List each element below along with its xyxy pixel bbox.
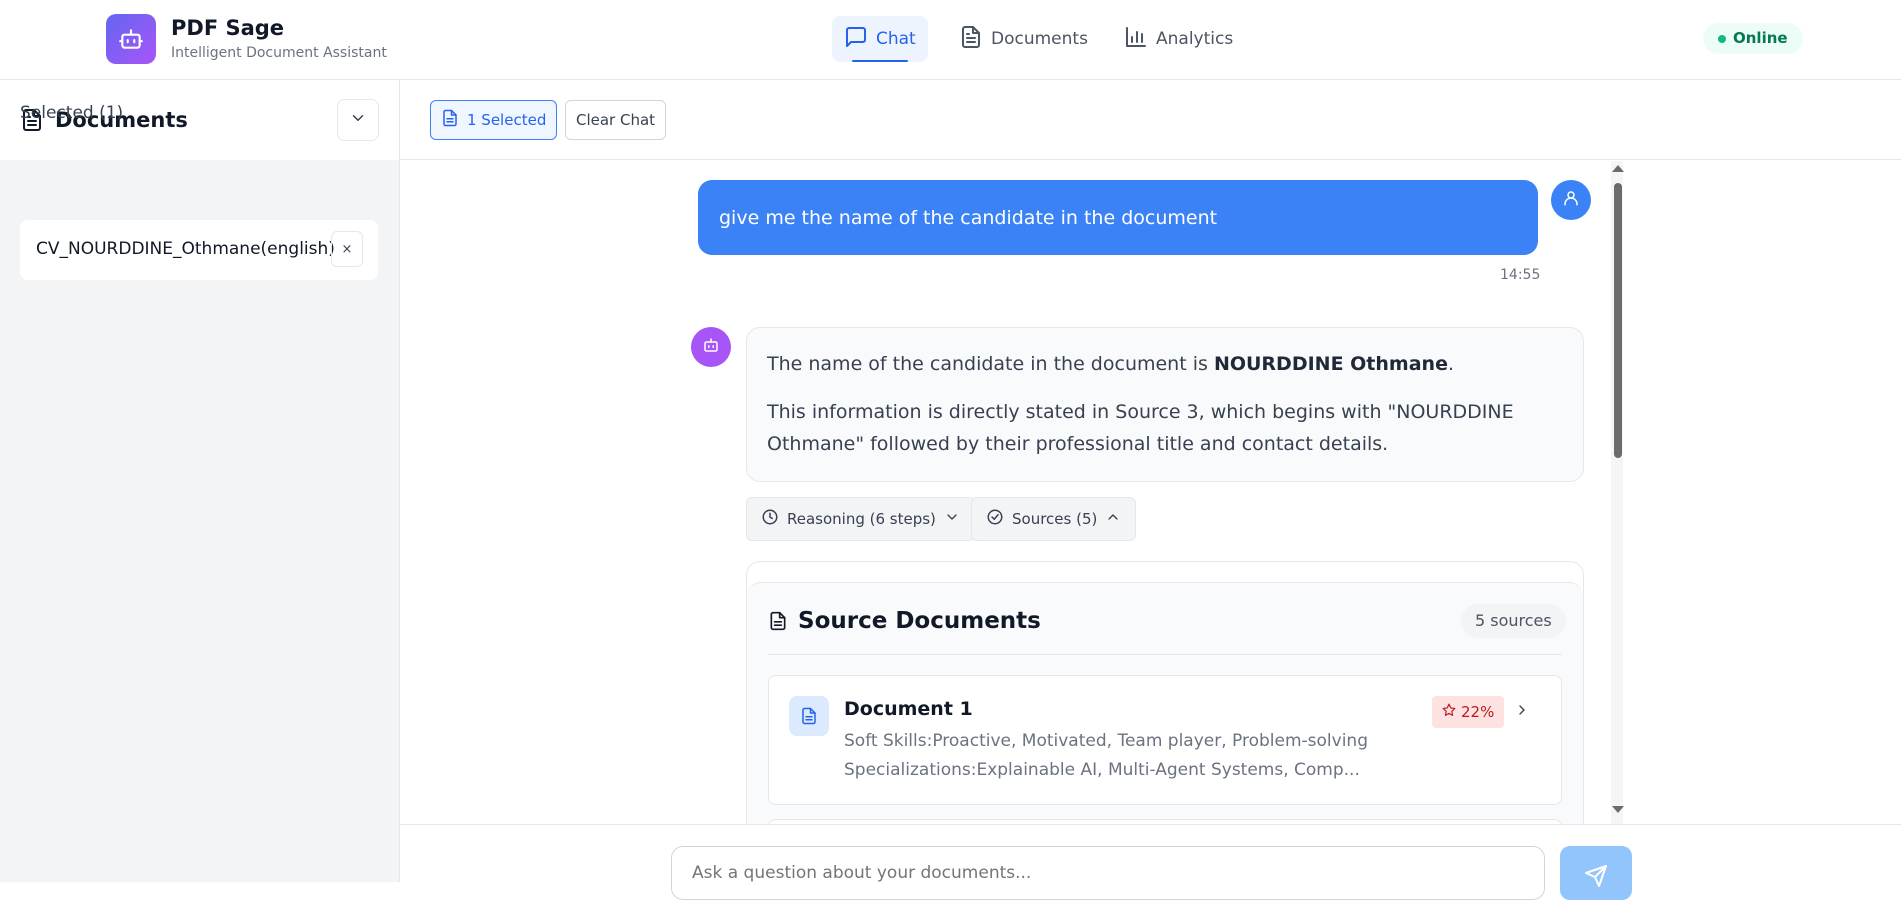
assistant-explanation: This information is directly stated in S… — [767, 401, 1514, 455]
clear-chat-button[interactable]: Clear Chat — [565, 100, 667, 140]
sources-title: Source Documents — [798, 608, 1041, 634]
tab-analytics-label: Analytics — [1156, 29, 1234, 49]
bar-chart-icon — [1124, 25, 1148, 54]
selected-count-label: Selected (1) — [20, 103, 124, 123]
document-icon — [768, 610, 788, 636]
document-icon — [441, 109, 459, 131]
scroll-down-arrow[interactable] — [1612, 806, 1624, 813]
source-doc-name: Document 1 — [844, 698, 973, 720]
document-icon — [959, 25, 983, 54]
send-icon — [1584, 864, 1608, 892]
reasoning-label: Reasoning (6 steps) — [787, 510, 936, 528]
sources-toggle[interactable]: Sources (5) — [971, 497, 1137, 541]
documents-sidebar: Documents — [0, 80, 400, 882]
chat-icon — [844, 25, 868, 54]
chevron-up-icon — [1105, 509, 1121, 529]
sidebar-body — [0, 300, 399, 882]
collapse-sidebar-button[interactable] — [337, 99, 379, 141]
message-timestamp: 14:55 — [1500, 267, 1541, 283]
send-button[interactable] — [1560, 846, 1632, 900]
sources-divider — [768, 654, 1562, 655]
user-avatar — [1551, 180, 1591, 220]
clock-icon — [761, 508, 779, 530]
selected-doc-chip: CV_NOURDDINE_Othmane(english) × — [20, 220, 378, 280]
chevron-down-icon — [349, 109, 367, 131]
sources-label: Sources (5) — [1012, 510, 1098, 528]
assistant-avatar — [691, 327, 731, 367]
app-title: PDF Sage — [171, 16, 285, 40]
robot-logo-icon — [106, 14, 156, 64]
tab-documents[interactable]: Documents — [947, 16, 1100, 62]
check-circle-icon — [986, 508, 1004, 530]
user-message: give me the name of the candidate in the… — [698, 180, 1538, 255]
scrollbar-thumb[interactable] — [1614, 183, 1622, 458]
composer-bar — [400, 824, 1901, 900]
source-doc-snippet: Soft Skills:Proactive, Motivated, Team p… — [844, 731, 1368, 780]
chevron-right-icon[interactable] — [1514, 702, 1530, 722]
selected-doc-name: CV_NOURDDINE_Othmane(english) — [36, 239, 335, 259]
sources-count-badge: 5 sources — [1461, 604, 1566, 638]
assistant-message: The name of the candidate in the documen… — [746, 327, 1584, 482]
robot-icon — [702, 336, 720, 358]
chat-messages[interactable]: give me the name of the candidate in the… — [400, 161, 1901, 824]
relevance-badge: 22% — [1432, 696, 1505, 728]
selected-docs-label: 1 Selected — [467, 111, 547, 129]
remove-doc-button[interactable]: × — [331, 231, 363, 267]
candidate-name: NOURDDINE Othmane — [1213, 353, 1448, 375]
selected-docs-button[interactable]: 1 Selected — [430, 100, 558, 140]
chevron-down-icon — [944, 509, 960, 529]
relevance-score: 22% — [1461, 703, 1495, 721]
user-icon — [1562, 189, 1580, 211]
chat-toolbar: 1 Selected Clear Chat — [400, 80, 1901, 160]
question-input[interactable] — [671, 846, 1545, 900]
assistant-answer-line: The name of the candidate in the documen… — [767, 353, 1454, 375]
source-doc-card[interactable]: Document 1 Soft Skills:Proactive, Motiva… — [768, 675, 1562, 805]
document-icon — [789, 696, 829, 736]
app-header: PDF Sage Intelligent Document Assistant … — [0, 0, 1901, 80]
tab-chat-label: Chat — [876, 29, 916, 49]
reasoning-toggle[interactable]: Reasoning (6 steps) — [746, 497, 975, 541]
tab-analytics[interactable]: Analytics — [1112, 16, 1245, 62]
status-badge: Online — [1703, 23, 1803, 54]
scroll-up-arrow[interactable] — [1612, 165, 1624, 172]
tab-chat[interactable]: Chat — [832, 16, 928, 62]
app-subtitle: Intelligent Document Assistant — [171, 45, 387, 61]
tab-documents-label: Documents — [991, 29, 1088, 49]
star-icon — [1442, 703, 1456, 721]
